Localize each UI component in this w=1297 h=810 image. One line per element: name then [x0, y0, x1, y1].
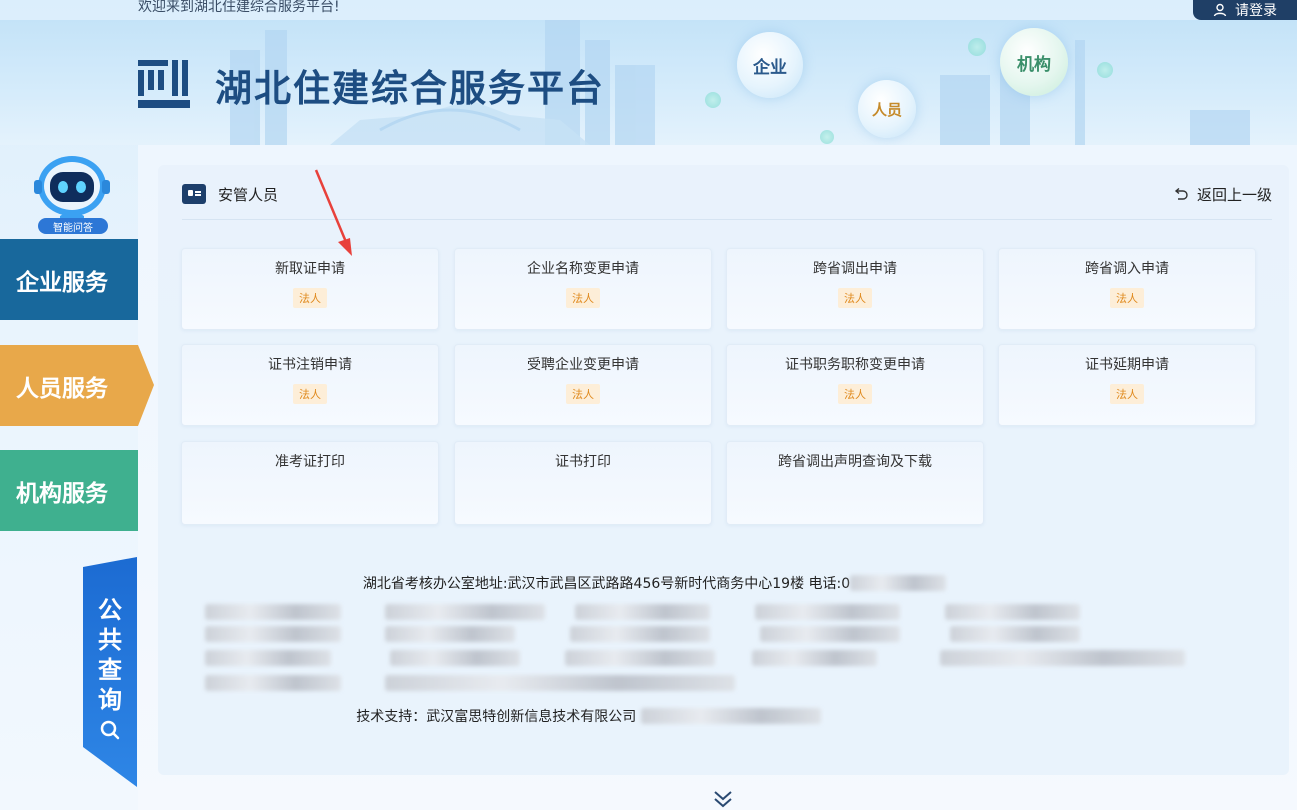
redacted-block [640, 708, 821, 724]
public-query-char: 公 [98, 595, 122, 624]
redacted-block [752, 650, 877, 666]
deco-dot [1097, 62, 1113, 78]
annotation-arrow-icon [314, 169, 352, 256]
public-query-char: 查 [98, 655, 122, 684]
undo-icon [1174, 187, 1188, 200]
redacted-block [205, 650, 331, 666]
header-banner: 湖北住建综合服务平台 企业 人员 机构 [0, 20, 1297, 145]
tile-title: 证书延期申请 [1085, 357, 1169, 373]
tile-admission-ticket-print[interactable]: 准考证打印 [181, 441, 439, 525]
footer-support: 技术支持：武汉富思特创新信息技术有限公司 [0, 705, 1297, 726]
robot-label[interactable]: 智能问答 [38, 218, 108, 234]
deco-dot [705, 92, 721, 108]
tile-new-certificate[interactable]: 新取证申请 法人 [181, 248, 439, 330]
back-label: 返回上一级 [1196, 186, 1272, 204]
redacted-block [385, 675, 735, 691]
tile-certificate-extension[interactable]: 证书延期申请 法人 [998, 344, 1256, 426]
tile-badge: 法人 [293, 288, 327, 308]
redacted-block [945, 604, 1080, 620]
login-button[interactable]: 请登录 [1193, 0, 1297, 20]
site-title: 湖北住建综合服务平台 [215, 66, 605, 110]
login-label: 请登录 [1235, 3, 1277, 19]
tile-badge: 法人 [1110, 384, 1144, 404]
tile-badge: 法人 [293, 384, 327, 404]
deco-dot [820, 130, 834, 144]
tile-certificate-print[interactable]: 证书打印 [454, 441, 712, 525]
tile-title: 证书注销申请 [268, 357, 352, 373]
bubble-enterprise: 企业 [737, 32, 803, 98]
tile-title: 企业名称变更申请 [527, 261, 639, 277]
tile-title: 跨省调出声明查询及下载 [778, 454, 932, 470]
redacted-block [940, 650, 1185, 666]
nav-active-pointer [138, 345, 154, 426]
redacted-block [205, 675, 341, 691]
redacted-block [565, 650, 715, 666]
redacted-block [205, 604, 341, 620]
redacted-block [570, 626, 710, 642]
top-bar: 欢迎来到湖北住建综合服务平台! 请登录 [0, 0, 1297, 20]
site-logo [138, 60, 190, 108]
footer-address: 湖北省考核办公室地址:武汉市武昌区武路路456号新时代商务中心19楼 电话:0 [0, 572, 1297, 593]
skyline-illustration [230, 20, 1250, 145]
chevron-double-down-icon[interactable] [712, 789, 734, 809]
tile-badge: 法人 [1110, 288, 1144, 308]
deco-dot [968, 38, 986, 56]
tile-title: 跨省调入申请 [1085, 261, 1169, 277]
tile-title: 受聘企业变更申请 [527, 357, 639, 373]
tile-badge: 法人 [566, 288, 600, 308]
tile-employer-change[interactable]: 受聘企业变更申请 法人 [454, 344, 712, 426]
tile-transfer-out[interactable]: 跨省调出申请 法人 [726, 248, 984, 330]
tile-transfer-statement-download[interactable]: 跨省调出声明查询及下载 [726, 441, 984, 525]
public-query-char: 共 [98, 625, 122, 654]
redacted-block [575, 604, 710, 620]
tile-certificate-cancel[interactable]: 证书注销申请 法人 [181, 344, 439, 426]
nav-org-service[interactable]: 机构服务 [0, 450, 138, 531]
redacted-block [850, 575, 947, 591]
tile-badge: 法人 [838, 288, 872, 308]
bubble-org: 机构 [1000, 28, 1068, 96]
tile-title: 新取证申请 [275, 261, 345, 277]
nav-personnel-service[interactable]: 人员服务 [0, 345, 138, 426]
id-card-icon [182, 184, 206, 204]
footer-support-text: 技术支持：武汉富思特创新信息技术有限公司 [356, 709, 641, 725]
welcome-text: 欢迎来到湖北住建综合服务平台! [138, 0, 340, 15]
redacted-block [760, 626, 900, 642]
tile-title: 证书职务职称变更申请 [785, 357, 925, 373]
redacted-block [390, 650, 520, 666]
nav-enterprise-service[interactable]: 企业服务 [0, 239, 138, 320]
footer-address-text: 湖北省考核办公室地址:武汉市武昌区武路路456号新时代商务中心19楼 电话:0 [362, 576, 851, 592]
tile-transfer-in[interactable]: 跨省调入申请 法人 [998, 248, 1256, 330]
tile-title: 准考证打印 [275, 454, 345, 470]
redacted-block [205, 626, 341, 642]
redacted-block [755, 604, 900, 620]
redacted-block [385, 626, 515, 642]
back-button[interactable]: 返回上一级 [1173, 184, 1272, 205]
section-title: 安管人员 [218, 186, 279, 204]
tile-company-name-change[interactable]: 企业名称变更申请 法人 [454, 248, 712, 330]
redacted-block [950, 626, 1080, 642]
tile-title-change[interactable]: 证书职务职称变更申请 法人 [726, 344, 984, 426]
tile-title: 跨省调出申请 [813, 261, 897, 277]
tile-badge: 法人 [838, 384, 872, 404]
tile-title: 证书打印 [555, 454, 611, 470]
user-icon [1213, 3, 1227, 17]
tile-badge: 法人 [566, 384, 600, 404]
bubble-personnel: 人员 [858, 80, 916, 138]
redacted-block [385, 604, 545, 620]
